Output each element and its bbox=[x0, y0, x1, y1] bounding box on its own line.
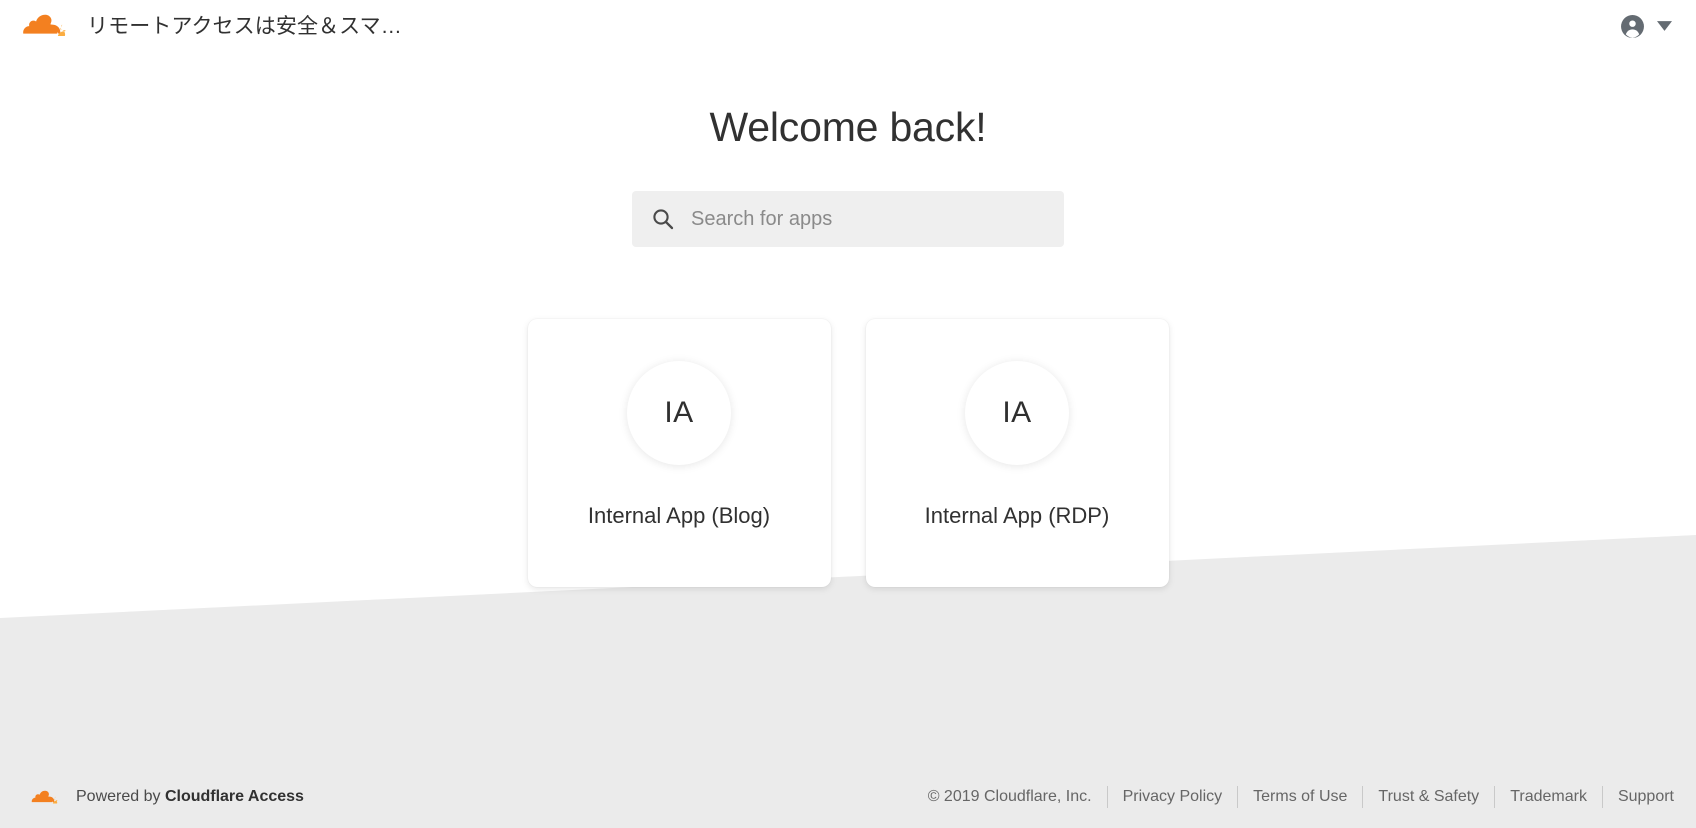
page-title: リモートアクセスは安全＆スマ… bbox=[87, 14, 402, 38]
footer-links: © 2019 Cloudflare, Inc. Privacy Policy T… bbox=[928, 786, 1674, 808]
copyright-text: © 2019 Cloudflare, Inc. bbox=[927, 788, 1092, 805]
app-avatar: IA bbox=[965, 361, 1069, 465]
brand: リモートアクセスは安全＆スマ… bbox=[17, 9, 402, 43]
page-footer: Powered by Cloudflare Access © 2019 Clou… bbox=[0, 766, 1696, 828]
cloudflare-cloud-icon bbox=[23, 14, 66, 36]
powered-by-text: Powered by Cloudflare Access bbox=[76, 788, 304, 806]
powered-by-brand: Cloudflare Access bbox=[164, 788, 304, 805]
app-grid: IA Internal App (Blog) IA Internal App (… bbox=[0, 319, 1696, 587]
powered-by-prefix: Powered by bbox=[76, 788, 165, 805]
footer-link-terms-of-use[interactable]: Terms of Use bbox=[1238, 788, 1362, 806]
search-section bbox=[0, 191, 1696, 247]
search-box[interactable] bbox=[632, 191, 1064, 247]
app-name: Internal App (RDP) bbox=[924, 503, 1110, 528]
footer-link-trust-and-safety[interactable]: Trust & Safety bbox=[1363, 788, 1494, 806]
cloudflare-cloud-icon bbox=[31, 790, 58, 804]
search-icon bbox=[653, 209, 674, 230]
footer-link-privacy-policy[interactable]: Privacy Policy bbox=[1108, 788, 1238, 806]
footer-branding: Powered by Cloudflare Access bbox=[28, 787, 304, 808]
app-name: Internal App (Blog) bbox=[587, 503, 771, 528]
app-avatar: IA bbox=[627, 361, 731, 465]
footer-link-support[interactable]: Support bbox=[1603, 788, 1674, 806]
app-initials: IA bbox=[664, 396, 694, 429]
footer-link-trademark[interactable]: Trademark bbox=[1495, 788, 1602, 806]
account-menu-button[interactable] bbox=[1620, 14, 1672, 39]
search-input[interactable] bbox=[691, 207, 1064, 231]
app-card[interactable]: IA Internal App (RDP) bbox=[865, 319, 1169, 587]
app-header: リモートアクセスは安全＆スマ… bbox=[0, 0, 1696, 52]
main-content: Welcome back! IA Internal App (Blog) IA … bbox=[0, 52, 1696, 587]
welcome-heading: Welcome back! bbox=[709, 104, 987, 150]
chevron-down-icon[interactable] bbox=[1657, 21, 1672, 31]
app-initials: IA bbox=[1002, 396, 1032, 429]
account-circle-icon[interactable] bbox=[1620, 14, 1645, 39]
app-card[interactable]: IA Internal App (Blog) bbox=[527, 319, 831, 587]
